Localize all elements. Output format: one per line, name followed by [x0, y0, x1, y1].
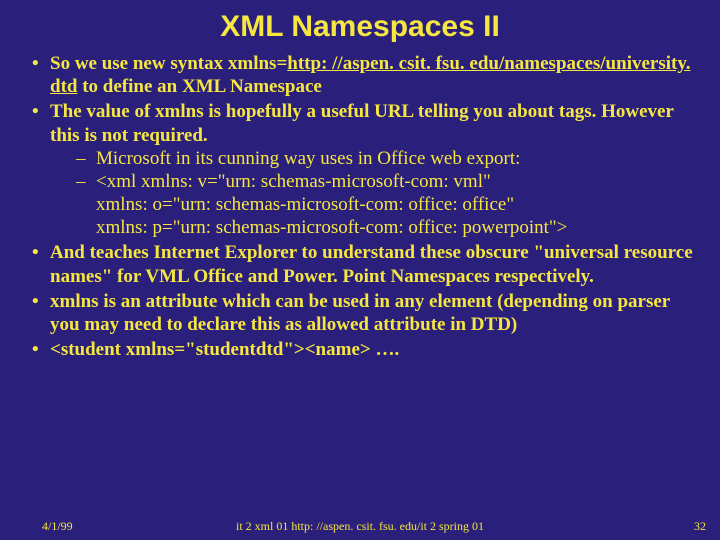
bullet-3: And teaches Internet Explorer to underst… [32, 241, 702, 287]
bullet-4: xmlns is an attribute which can be used … [32, 290, 702, 336]
sub-bullet-1: Microsoft in its cunning way uses in Off… [76, 147, 702, 170]
xmlns-label: xmlns [155, 101, 204, 122]
bullet-5: <student xmlns="studentdtd"><name> …. [32, 338, 702, 361]
code-line: xmlns: p="urn: schemas-microsoft-com: of… [96, 216, 702, 239]
text: The value of [50, 101, 155, 122]
slide-title: XML Namespaces II [0, 0, 720, 52]
text: is an attribute which can be used in any… [50, 291, 670, 335]
code-line: xmlns: o="urn: schemas-microsoft-com: of… [96, 193, 702, 216]
bullet-1: So we use new syntax xmlns=http: //aspen… [32, 52, 702, 98]
xmlns-label: xmlns= [228, 53, 287, 74]
slide-number: 32 [694, 519, 706, 534]
code-line: <xml xmlns: v="urn: schemas-microsoft-co… [96, 171, 491, 192]
text: to define an XML Namespace [77, 76, 321, 97]
bullet-2: The value of xmlns is hopefully a useful… [32, 100, 702, 239]
sub-bullet-2: <xml xmlns: v="urn: schemas-microsoft-co… [76, 170, 702, 240]
xmlns-label: xmlns [50, 291, 99, 312]
footer-url: it 2 xml 01 http: //aspen. csit. fsu. ed… [0, 519, 720, 534]
sub-list: Microsoft in its cunning way uses in Off… [50, 147, 702, 240]
text: So we use new syntax [50, 53, 228, 74]
bullet-list: So we use new syntax xmlns=http: //aspen… [0, 52, 720, 361]
